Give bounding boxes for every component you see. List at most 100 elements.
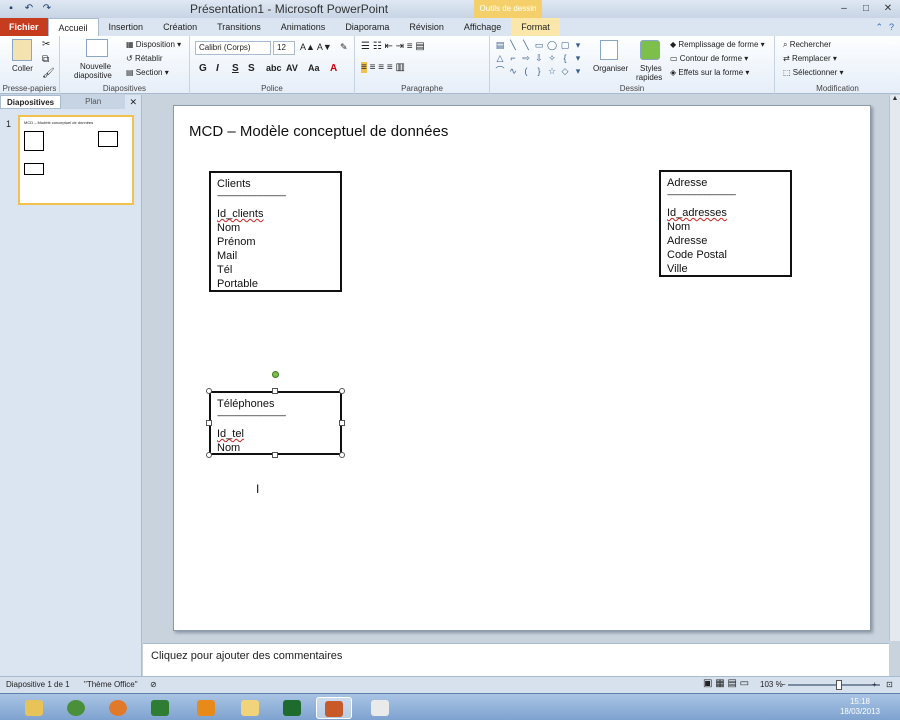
tab-animations[interactable]: Animations bbox=[271, 18, 336, 36]
corner-icon[interactable]: ⌐ bbox=[507, 52, 519, 64]
layout-button[interactable]: ▦ Disposition ▾ bbox=[126, 40, 181, 49]
close-icon[interactable]: ✕ bbox=[880, 2, 896, 15]
resize-handle[interactable] bbox=[272, 452, 278, 458]
arc-icon[interactable]: ⌒ bbox=[494, 65, 506, 77]
minimize-icon[interactable]: – bbox=[836, 2, 852, 15]
cut-icon[interactable]: ✂ bbox=[42, 39, 50, 50]
entity-clients[interactable]: Clients --------------------------------… bbox=[209, 171, 342, 292]
font-name-select[interactable]: Calibri (Corps) bbox=[195, 41, 271, 55]
resize-handle[interactable] bbox=[272, 388, 278, 394]
section-button[interactable]: ▤ Section ▾ bbox=[126, 68, 169, 77]
triangle-icon[interactable]: △ bbox=[494, 52, 506, 64]
select-button[interactable]: ⬚ Sélectionner ▾ bbox=[783, 68, 844, 77]
zoom-in-icon[interactable]: + bbox=[872, 680, 877, 689]
tab-insert[interactable]: Insertion bbox=[99, 18, 154, 36]
undo-icon[interactable]: ↶ bbox=[22, 2, 36, 16]
bracket-icon[interactable]: ( bbox=[520, 65, 532, 77]
new-slide-icon[interactable] bbox=[86, 39, 108, 57]
resize-handle[interactable] bbox=[206, 388, 212, 394]
brace-icon[interactable]: { bbox=[559, 52, 571, 64]
chevron-up-icon[interactable]: ⌃ bbox=[875, 18, 883, 36]
clear-format-icon[interactable]: ✎ bbox=[340, 42, 348, 53]
change-case-icon[interactable]: Aa bbox=[308, 63, 320, 73]
view-buttons[interactable]: ▣ ▦ ▤ ▭ bbox=[703, 678, 749, 689]
underline-button[interactable]: S bbox=[232, 63, 239, 74]
star-icon[interactable]: ☆ bbox=[546, 65, 558, 77]
vertical-scrollbar[interactable]: ▲ bbox=[889, 95, 900, 641]
reset-button[interactable]: ↺ Rétablir bbox=[126, 54, 163, 63]
line-icon[interactable]: ╲ bbox=[507, 39, 519, 51]
quick-styles-icon[interactable] bbox=[640, 40, 660, 60]
spellcheck-icon[interactable]: ⊘ bbox=[150, 680, 157, 689]
explorer-taskbar-icon[interactable] bbox=[16, 697, 52, 719]
notes-pane[interactable]: Cliquez pour ajouter des commentaires bbox=[143, 643, 889, 676]
copy-icon[interactable]: ⧉ bbox=[42, 54, 49, 65]
tab-file[interactable]: Fichier bbox=[0, 18, 48, 36]
shape-outline-button[interactable]: ▭ Contour de forme ▾ bbox=[670, 54, 748, 63]
arrow-icon[interactable]: ⇩ bbox=[533, 52, 545, 64]
outlook-taskbar-icon[interactable] bbox=[188, 697, 224, 719]
brace-icon[interactable]: } bbox=[533, 65, 545, 77]
shapes-gallery[interactable]: ▤ ╲ ╲ ▭ ◯ ▢ ▾ △ ⌐ ⇨ ⇩ ✧{▾ ⌒ ∿(} ☆ ◇ ▾ bbox=[494, 39, 580, 79]
grow-font-icon[interactable]: A▲ A▼ bbox=[300, 42, 332, 52]
char-spacing-icon[interactable]: abc bbox=[266, 63, 282, 73]
tab-view[interactable]: Affichage bbox=[454, 18, 511, 36]
powerpoint-taskbar-icon[interactable] bbox=[316, 697, 352, 719]
rounded-rect-icon[interactable]: ▢ bbox=[559, 39, 571, 51]
arrange-icon[interactable] bbox=[600, 40, 618, 60]
tab-outline[interactable]: Plan bbox=[61, 95, 126, 109]
new-slide-button-line2[interactable]: diapositive bbox=[74, 71, 112, 80]
entity-adresse[interactable]: Adresse --------------------------------… bbox=[659, 170, 792, 277]
line-icon[interactable]: ╲ bbox=[520, 39, 532, 51]
find-button[interactable]: ⌕ Rechercher bbox=[783, 40, 831, 50]
more-icon[interactable]: ▾ bbox=[572, 52, 584, 64]
arrow-icon[interactable]: ⇨ bbox=[520, 52, 532, 64]
folder-taskbar-icon[interactable] bbox=[232, 697, 268, 719]
arrange-button[interactable]: Organiser bbox=[593, 64, 628, 73]
shadow-button[interactable]: S bbox=[248, 63, 255, 74]
tab-format[interactable]: Format bbox=[511, 18, 560, 36]
spacing-icon[interactable]: AV bbox=[286, 63, 298, 73]
fit-slide-icon[interactable]: ⊡ bbox=[886, 680, 893, 689]
maximize-icon[interactable]: □ bbox=[858, 2, 874, 15]
shape-effects-button[interactable]: ◈ Effets sur la forme ▾ bbox=[670, 68, 749, 77]
paste-button[interactable]: Coller bbox=[12, 64, 33, 73]
slide-title[interactable]: MCD – Modèle conceptuel de données bbox=[189, 123, 448, 140]
oval-icon[interactable]: ◯ bbox=[546, 39, 558, 51]
rotation-handle[interactable] bbox=[272, 371, 279, 378]
curve-icon[interactable]: ∿ bbox=[507, 65, 519, 77]
zoom-out-icon[interactable]: − bbox=[781, 680, 786, 689]
font-size-select[interactable]: 12 bbox=[273, 41, 295, 55]
slide-thumbnail[interactable]: MCD – Modèle conceptuel de données bbox=[18, 115, 134, 205]
zoom-slider[interactable] bbox=[788, 684, 880, 686]
firefox-taskbar-icon[interactable] bbox=[100, 697, 136, 719]
zoom-slider-thumb[interactable] bbox=[835, 680, 842, 690]
resize-handle[interactable] bbox=[339, 452, 345, 458]
redo-icon[interactable]: ↷ bbox=[40, 2, 54, 16]
tab-design[interactable]: Création bbox=[153, 18, 207, 36]
quick-styles-button[interactable]: Styles bbox=[640, 64, 662, 73]
paste-icon[interactable] bbox=[12, 39, 32, 61]
zoom-level[interactable]: 103 % bbox=[760, 680, 783, 689]
close-icon[interactable]: ✕ bbox=[129, 95, 141, 109]
rectangle-icon[interactable]: ▭ bbox=[533, 39, 545, 51]
replace-button[interactable]: ⇄ Remplacer ▾ bbox=[783, 54, 837, 63]
excel-taskbar-icon[interactable] bbox=[142, 697, 178, 719]
shape-icon[interactable]: ◇ bbox=[559, 65, 571, 77]
help-icon[interactable]: ? bbox=[889, 18, 894, 36]
excel-taskbar-icon[interactable] bbox=[274, 697, 310, 719]
textbox-icon[interactable]: ▤ bbox=[494, 39, 506, 51]
tab-slideshow[interactable]: Diaporama bbox=[335, 18, 399, 36]
align-left-icon[interactable]: ≡ bbox=[361, 62, 367, 73]
system-clock[interactable]: 15:18 18/03/2013 bbox=[840, 697, 880, 717]
chrome-taskbar-icon[interactable] bbox=[58, 697, 94, 719]
quick-styles-button-line2[interactable]: rapides bbox=[636, 73, 662, 82]
new-slide-button[interactable]: Nouvelle bbox=[80, 62, 111, 71]
italic-button[interactable]: I bbox=[216, 63, 219, 74]
scroll-up-icon[interactable]: ▲ bbox=[890, 95, 900, 102]
more-icon[interactable]: ▾ bbox=[572, 39, 584, 51]
align-icons[interactable]: ≡ ≡ ≡ ≡ ▥ bbox=[361, 62, 405, 73]
font-color-icon[interactable]: A bbox=[330, 63, 337, 74]
resize-handle[interactable] bbox=[206, 452, 212, 458]
entity-telephones[interactable]: Téléphones -----------------------------… bbox=[209, 391, 342, 455]
